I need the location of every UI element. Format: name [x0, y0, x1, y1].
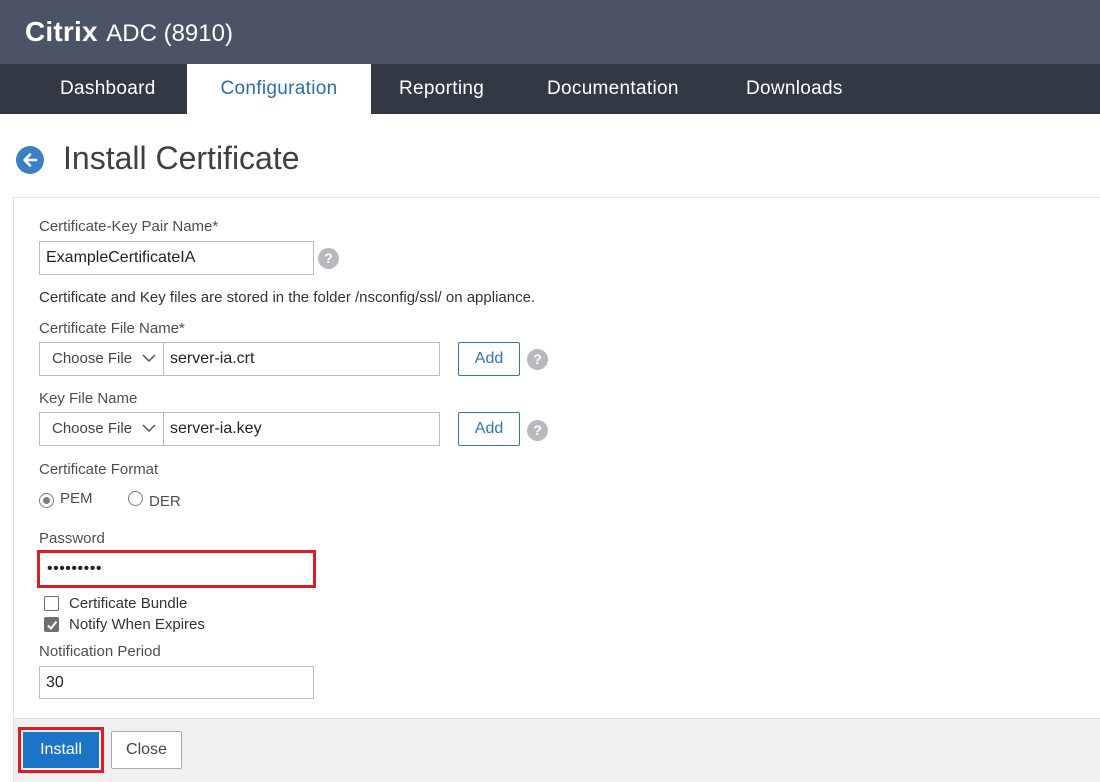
chevron-down-icon: [142, 424, 156, 433]
notification-period-label: Notification Period: [39, 643, 161, 660]
cert-choose-file-label: Choose File: [52, 350, 133, 367]
notification-period-input[interactable]: [39, 666, 314, 699]
key-add-button[interactable]: Add: [458, 412, 520, 446]
cert-key-pair-input[interactable]: [39, 241, 314, 275]
pem-radio-label: PEM: [60, 490, 93, 507]
cert-key-pair-label: Certificate-Key Pair Name*: [39, 218, 219, 235]
cert-file-label: Certificate File Name*: [39, 320, 185, 337]
page-title: Install Certificate: [63, 140, 300, 176]
der-radio-label: DER: [149, 493, 181, 510]
brand-logo: Citrix ADC (8910): [25, 16, 233, 48]
der-radio[interactable]: [128, 491, 143, 506]
key-choose-file-label: Choose File: [52, 420, 133, 437]
help-icon[interactable]: ?: [527, 349, 548, 370]
notify-expires-label: Notify When Expires: [69, 616, 205, 633]
help-icon[interactable]: ?: [527, 420, 548, 441]
password-input[interactable]: •••••••••: [41, 554, 312, 584]
brand-name: Citrix: [25, 16, 98, 47]
key-file-label: Key File Name: [39, 390, 138, 407]
cert-bundle-checkbox[interactable]: [44, 596, 59, 611]
tab-configuration[interactable]: Configuration: [187, 64, 371, 114]
notify-expires-checkbox[interactable]: [44, 617, 59, 632]
close-button[interactable]: Close: [111, 731, 182, 769]
cert-format-label: Certificate Format: [39, 461, 159, 478]
key-choose-file-dropdown[interactable]: Choose File: [39, 412, 164, 446]
install-button[interactable]: Install: [23, 732, 99, 768]
key-file-group: Choose File server-ia.key: [39, 412, 440, 446]
app-header: Citrix ADC (8910): [0, 0, 1100, 64]
cert-add-button[interactable]: Add: [458, 342, 520, 376]
pem-radio[interactable]: [39, 493, 54, 508]
tab-dashboard[interactable]: Dashboard: [60, 64, 156, 114]
help-icon[interactable]: ?: [318, 248, 339, 269]
folder-note: Certificate and Key files are stored in …: [39, 289, 536, 306]
cert-choose-file-dropdown[interactable]: Choose File: [39, 342, 164, 376]
main-nav: Dashboard Configuration Reporting Docume…: [0, 64, 1100, 114]
check-icon: [47, 620, 58, 631]
brand-model: ADC (8910): [106, 20, 233, 47]
tab-reporting[interactable]: Reporting: [399, 64, 484, 114]
tab-documentation[interactable]: Documentation: [547, 64, 679, 114]
back-arrow-icon[interactable]: [16, 146, 44, 174]
password-label: Password: [39, 530, 105, 547]
chevron-down-icon: [142, 354, 156, 363]
key-file-name-field[interactable]: server-ia.key: [163, 412, 440, 446]
cert-bundle-label: Certificate Bundle: [69, 595, 188, 612]
tab-downloads[interactable]: Downloads: [746, 64, 843, 114]
cert-file-name-field[interactable]: server-ia.crt: [163, 342, 440, 376]
cert-file-group: Choose File server-ia.crt: [39, 342, 440, 376]
